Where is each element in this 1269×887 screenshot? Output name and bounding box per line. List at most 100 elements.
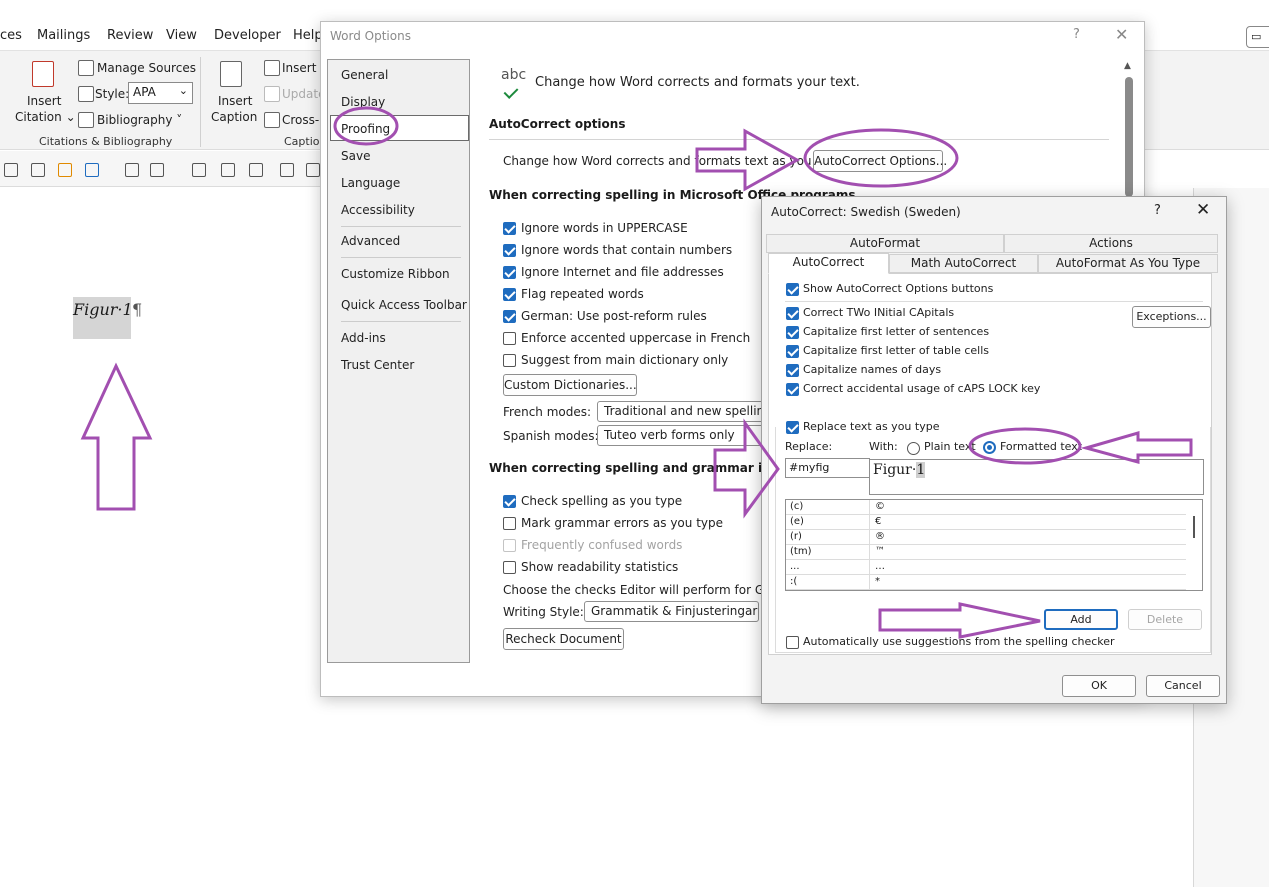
cancel-button[interactable]: Cancel	[1146, 675, 1220, 697]
caps-lock-checkbox[interactable]	[786, 383, 799, 396]
document-icon[interactable]	[221, 163, 235, 177]
check-spelling-checkbox[interactable]	[503, 495, 516, 508]
document-text[interactable]: Figur·1	[73, 297, 133, 339]
first-letter-cells-checkbox[interactable]	[786, 345, 799, 358]
with-input[interactable]: Figur·1	[869, 459, 1204, 495]
tab-math-autocorrect[interactable]: Math AutoCorrect	[889, 254, 1038, 273]
recheck-document-button[interactable]: Recheck Document	[503, 628, 624, 650]
show-buttons-checkbox[interactable]	[786, 283, 799, 296]
send-icon[interactable]	[85, 163, 99, 177]
nav-quick-access-toolbar[interactable]: Quick Access Toolbar	[341, 298, 467, 312]
first-letter-sentences-checkbox[interactable]	[786, 326, 799, 339]
style-dropdown[interactable]: APA ⌄	[128, 82, 193, 104]
tab-view[interactable]: View	[166, 28, 197, 43]
nav-add-ins[interactable]: Add-ins	[341, 331, 386, 345]
replace-input[interactable]: #myfig	[785, 458, 870, 478]
two-capitals-checkbox[interactable]	[786, 307, 799, 320]
close-icon[interactable]: ✕	[1115, 25, 1128, 44]
nav-save[interactable]: Save	[341, 149, 370, 163]
nav-language[interactable]: Language	[341, 176, 400, 190]
plain-text-radio[interactable]	[907, 442, 920, 455]
flag-repeated-checkbox[interactable]	[503, 288, 516, 301]
table-row[interactable]: :(*	[786, 575, 1186, 590]
pilcrow-mark: ¶	[132, 300, 143, 319]
ignore-internet-checkbox[interactable]	[503, 266, 516, 279]
names-of-days-checkbox[interactable]	[786, 364, 799, 377]
table-row[interactable]: (tm) ™	[786, 545, 1186, 560]
insert-citation-label-2[interactable]: Citation ⌄	[15, 110, 76, 124]
table-row[interactable]: (r) ®	[786, 530, 1186, 545]
frame-icon[interactable]	[306, 163, 320, 177]
tab-mailings[interactable]: Mailings	[37, 28, 90, 43]
nav-advanced[interactable]: Advanced	[341, 234, 400, 248]
tab-help[interactable]: Help	[293, 28, 323, 43]
tab-references[interactable]: ces	[0, 28, 22, 43]
scroll-thumb[interactable]	[1125, 77, 1133, 197]
tab-actions[interactable]: Actions	[1004, 234, 1218, 253]
nav-general[interactable]: General	[341, 68, 388, 82]
insert-caption-icon	[220, 61, 242, 87]
autocorrect-entries-table[interactable]: (c) © (e) € (r) ® (tm) ™ ... … :(*	[785, 499, 1203, 591]
main-dictionary-checkbox[interactable]	[503, 354, 516, 367]
spanish-modes-dropdown[interactable]: Tuteo verb forms only	[597, 425, 767, 446]
writing-style-label: Writing Style:	[503, 605, 584, 619]
comments-button[interactable]: ▭	[1246, 26, 1269, 48]
exceptions-button[interactable]: Exceptions...	[1132, 306, 1211, 328]
german-reform-checkbox[interactable]	[503, 310, 516, 323]
paste-icon[interactable]	[4, 163, 18, 177]
table-row[interactable]: (e) €	[786, 515, 1186, 530]
mark-grammar-checkbox[interactable]	[503, 517, 516, 530]
select-icon[interactable]	[150, 163, 164, 177]
cross-reference-button[interactable]: Cross-r	[282, 113, 324, 127]
list-icon[interactable]	[58, 163, 72, 177]
nav-separator	[341, 321, 461, 322]
manage-sources-icon	[78, 60, 94, 76]
insert-citation-label-1[interactable]: Insert	[27, 94, 61, 108]
table-scroll-thumb[interactable]	[1193, 516, 1195, 538]
ok-button[interactable]: OK	[1062, 675, 1136, 697]
delete-button[interactable]: Delete	[1128, 609, 1202, 630]
tab-autoformat-as-you-type[interactable]: AutoFormat As You Type	[1038, 254, 1218, 273]
nav-accessibility[interactable]: Accessibility	[341, 203, 415, 217]
bibliography-button[interactable]: Bibliography ˅	[97, 113, 182, 127]
options-scrollbar[interactable]: ▲	[1122, 59, 1136, 199]
mail-icon[interactable]	[280, 163, 294, 177]
scroll-up-icon[interactable]: ▲	[1124, 61, 1131, 71]
new-document-icon[interactable]	[31, 163, 45, 177]
custom-dictionaries-button[interactable]: Custom Dictionaries...	[503, 374, 637, 396]
update-table-button[interactable]: Update	[282, 87, 325, 101]
table-row[interactable]: (c) ©	[786, 500, 1186, 515]
writing-style-dropdown[interactable]: Grammatik & Finjusteringar	[584, 601, 759, 622]
tab-review[interactable]: Review	[107, 28, 153, 43]
nav-display[interactable]: Display	[341, 95, 385, 109]
entry-from: (c)	[788, 500, 870, 514]
group-citations-label: Citations & Bibliography	[39, 135, 173, 148]
add-button[interactable]: Add	[1044, 609, 1118, 630]
french-modes-dropdown[interactable]: Traditional and new spellings	[597, 401, 767, 422]
table-row[interactable]: ...…	[786, 560, 1186, 575]
pilcrow-toggle-icon[interactable]	[125, 163, 139, 177]
nav-trust-center[interactable]: Trust Center	[341, 358, 414, 372]
nav-proofing[interactable]: Proofing	[341, 122, 390, 136]
image-icon[interactable]	[249, 163, 263, 177]
auto-suggest-checkbox[interactable]	[786, 636, 799, 649]
french-accent-checkbox[interactable]	[503, 332, 516, 345]
help-icon[interactable]: ?	[1154, 203, 1161, 218]
close-icon[interactable]: ✕	[1196, 200, 1210, 220]
tab-developer[interactable]: Developer	[214, 28, 281, 43]
tab-autoformat[interactable]: AutoFormat	[766, 234, 1004, 253]
formatted-text-radio[interactable]	[983, 441, 996, 454]
manage-sources-button[interactable]: Manage Sources	[97, 61, 196, 75]
table-icon[interactable]	[192, 163, 206, 177]
help-icon[interactable]: ?	[1073, 27, 1080, 42]
ignore-uppercase-checkbox[interactable]	[503, 222, 516, 235]
insert-caption-label-2[interactable]: Caption	[211, 110, 257, 124]
tab-autocorrect[interactable]: AutoCorrect	[768, 253, 889, 274]
table-scrollbar[interactable]	[1186, 500, 1202, 590]
german-reform-label: German: Use post-reform rules	[521, 309, 707, 323]
nav-customize-ribbon[interactable]: Customize Ribbon	[341, 267, 450, 281]
autocorrect-options-button[interactable]: AutoCorrect Options...	[813, 150, 947, 172]
readability-checkbox[interactable]	[503, 561, 516, 574]
insert-caption-label-1[interactable]: Insert	[218, 94, 252, 108]
ignore-numbers-checkbox[interactable]	[503, 244, 516, 257]
